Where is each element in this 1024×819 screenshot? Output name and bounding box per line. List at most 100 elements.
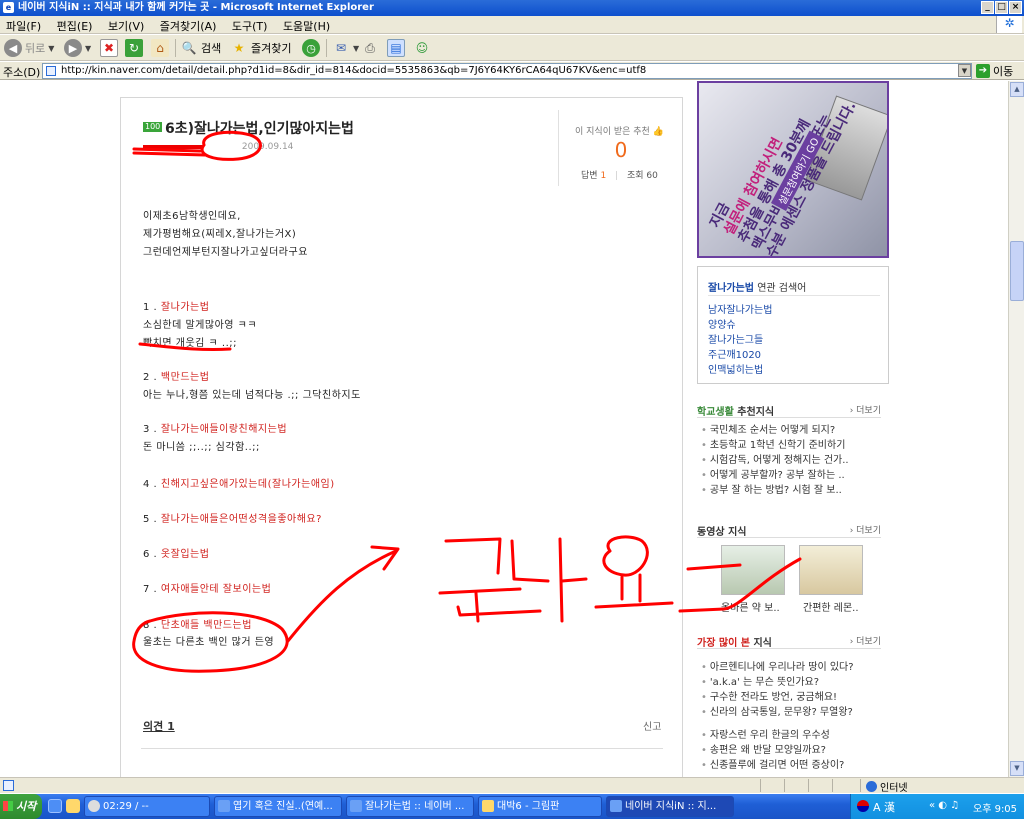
mail-button[interactable]: ✉ ▼ (332, 38, 359, 58)
more-link[interactable]: › 더보기 (850, 403, 881, 416)
menu-favorites[interactable]: 즐겨찾기(A) (154, 16, 223, 34)
forward-button[interactable]: ▶ ▼ (64, 38, 91, 58)
taskbar-item[interactable]: 엽기 혹은 진실..(연예... (214, 796, 342, 817)
menu-file[interactable]: 파일(F) (0, 16, 47, 34)
home-icon: ⌂ (151, 39, 169, 57)
address-url: http://kin.naver.com/detail/detail.php?d… (61, 65, 647, 76)
list-item[interactable]: • 국민체조 순서는 어떻게 되지? (701, 423, 849, 438)
vertical-scrollbar[interactable]: ▲ ▼ (1008, 81, 1024, 777)
close-button[interactable]: × (1009, 1, 1022, 14)
related-link[interactable]: 인맥넓히는법 (708, 363, 772, 378)
item-4-head: 4 . 친해지고싶은애가있는데(잘나가는애임) (143, 479, 335, 490)
related-link[interactable]: 잘나가는그들 (708, 333, 772, 348)
quicklaunch-ie-icon[interactable] (48, 799, 62, 813)
language-flag-icon[interactable] (857, 800, 869, 812)
mail-icon: ✉ (335, 41, 347, 55)
maximize-button[interactable]: □ (995, 1, 1008, 14)
taskbar: 시작 02:29 / -- 엽기 혹은 진실..(연예... 잘나가는법 :: … (0, 794, 1024, 819)
page-content: 100 6초)잘나가는법,인기많아지는법 2009.09.14 이 지식이 받은… (0, 81, 1008, 777)
list-item[interactable]: • 어떻게 공부할까? 공부 잘하는 .. (701, 468, 849, 483)
refresh-button[interactable]: ↻ (125, 38, 143, 58)
related-link[interactable]: 남자잘나가는법 (708, 303, 772, 318)
report-link[interactable]: 신고 (643, 718, 661, 733)
clock[interactable]: 오후 9:05 (973, 800, 1017, 815)
system-tray: A 漢 « ◐ ♫ 오후 9:05 (850, 794, 1024, 819)
list-item[interactable]: • 송편은 왜 반달 모양일까요? (701, 743, 854, 758)
history-button[interactable]: ◷ (302, 38, 320, 58)
question-title[interactable]: 6초)잘나가는법,인기많아지는법 (165, 118, 354, 138)
stop-button[interactable]: ✖ (100, 38, 118, 58)
menu-bar: 파일(F) 편집(E) 보기(V) 즐겨찾기(A) 도구(T) 도움말(H) ✲ (0, 16, 1024, 34)
list-item[interactable]: • 시험감독, 어떻게 정해지는 건가.. (701, 453, 849, 468)
security-zone: 인터넷 (866, 779, 908, 794)
thumbs-up-icon[interactable]: 👍 (653, 127, 664, 137)
status-bar: 인터넷 (0, 777, 1024, 794)
ime-indicator[interactable]: A 漢 (873, 799, 895, 815)
forward-dropdown-icon[interactable]: ▼ (85, 44, 91, 53)
comment-tab[interactable]: 의견 1 (143, 718, 175, 734)
print-button[interactable]: ⎙ (361, 38, 379, 58)
search-button[interactable]: 🔍 검색 (180, 38, 222, 58)
star-icon: ★ (233, 41, 245, 55)
favorites-label: 즐겨찾기 (251, 42, 292, 55)
back-dropdown-icon[interactable]: ▼ (48, 44, 54, 53)
list-item[interactable]: • 공부 잘 하는 방법? 시험 잘 보.. (701, 483, 849, 498)
related-link[interactable]: 양양슈 (708, 318, 772, 333)
list-item[interactable]: • 아르헨티나에 우리나라 땅이 있다? (701, 660, 854, 675)
list-item[interactable]: • 신종플루에 걸리면 어떤 증상이? (701, 758, 854, 773)
list-item[interactable]: • 자랑스런 우리 한글의 우수성 (701, 728, 854, 743)
item-7-head: 7 . 여자애들안테 잘보이는법 (143, 584, 272, 595)
video-caption[interactable]: 올바른 약 보.. (721, 599, 780, 614)
home-button[interactable]: ⌂ (151, 38, 169, 58)
recommend-box: 이 지식이 받은 추천 👍 0 답변 1 | 조회 60 (558, 110, 682, 186)
menu-edit[interactable]: 편집(E) (51, 16, 99, 34)
ad-banner[interactable]: 지금 설문에 참여하시면 추첨을 통해 총 30분께 맥스무비 영화예매권 또는… (697, 81, 889, 258)
scroll-thumb[interactable] (1010, 241, 1024, 301)
scroll-up-icon[interactable]: ▲ (1010, 82, 1024, 97)
page-status-icon (3, 780, 14, 791)
list-item[interactable]: •'a.k.a' 는 무슨 뜻인가요? (701, 675, 854, 690)
list-item[interactable]: • 구수한 전라도 방언, 궁금해요! (701, 690, 854, 705)
windows-flag-icon (3, 801, 13, 811)
answers-label: 답변 (581, 171, 598, 181)
window-title: 네이버 지식iN :: 지식과 내가 함께 커가는 곳 - Microsoft … (18, 2, 374, 13)
messenger-icon: ☺ (415, 41, 429, 55)
address-label: 주소(D) (3, 66, 41, 79)
start-button[interactable]: 시작 (0, 794, 42, 819)
address-dropdown-icon[interactable]: ▼ (958, 64, 971, 77)
messenger-button[interactable]: ☺ (413, 38, 431, 58)
taskbar-item-active[interactable]: 네이버 지식iN :: 지... (606, 796, 734, 817)
most-viewed-section: 가장 많이 본 지식 › 더보기 • 아르헨티나에 우리나라 땅이 있다? •'a… (697, 634, 889, 774)
video-caption[interactable]: 간편한 레몬.. (803, 599, 859, 614)
quicklaunch-desktop-icon[interactable] (66, 799, 80, 813)
taskbar-item[interactable]: 대박6 - 그림판 (478, 796, 602, 817)
window-title-bar[interactable]: e 네이버 지식iN :: 지식과 내가 함께 커가는 곳 - Microsof… (0, 0, 1024, 16)
menu-help[interactable]: 도움말(H) (277, 16, 336, 34)
item-2-head: 2 . 백만드는법 (143, 372, 210, 383)
forward-arrow-icon: ▶ (64, 39, 82, 57)
item-5-head: 5 . 잘나가는애들은어떤성격을좋아해요? (143, 514, 322, 525)
list-item[interactable]: • 초등학교 1학년 신학기 준비하기 (701, 438, 849, 453)
go-button[interactable]: ➔ 이동 (976, 63, 1013, 79)
back-button[interactable]: ◀ 뒤로 ▼ (4, 38, 54, 58)
scroll-down-icon[interactable]: ▼ (1010, 761, 1024, 776)
menu-view[interactable]: 보기(V) (102, 16, 150, 34)
taskbar-item[interactable]: 잘나가는법 :: 네이버 ... (346, 796, 474, 817)
item-8-head: 8 . 단초애들 백만드는법 (143, 620, 252, 631)
more-link[interactable]: › 더보기 (850, 634, 881, 647)
video-thumbnail[interactable] (721, 545, 785, 595)
taskbar-item[interactable]: 02:29 / -- (84, 796, 210, 817)
more-link[interactable]: › 더보기 (850, 523, 881, 536)
related-link[interactable]: 주근깨1020 (708, 348, 772, 363)
list-item[interactable]: • 신라의 삼국통일, 문무왕? 무열왕? (701, 705, 854, 720)
favorites-button[interactable]: ★ 즐겨찾기 (230, 38, 292, 58)
address-input[interactable]: http://kin.naver.com/detail/detail.php?d… (42, 63, 972, 79)
minimize-button[interactable]: _ (981, 1, 994, 14)
tray-icons[interactable]: « ◐ ♫ (929, 800, 959, 811)
video-thumbnail[interactable] (799, 545, 863, 595)
edit-button[interactable]: ▤ (387, 38, 405, 58)
refresh-icon: ↻ (125, 39, 143, 57)
mail-dropdown-icon[interactable]: ▼ (353, 44, 359, 53)
zone-label: 인터넷 (880, 783, 908, 794)
menu-tools[interactable]: 도구(T) (226, 16, 274, 34)
